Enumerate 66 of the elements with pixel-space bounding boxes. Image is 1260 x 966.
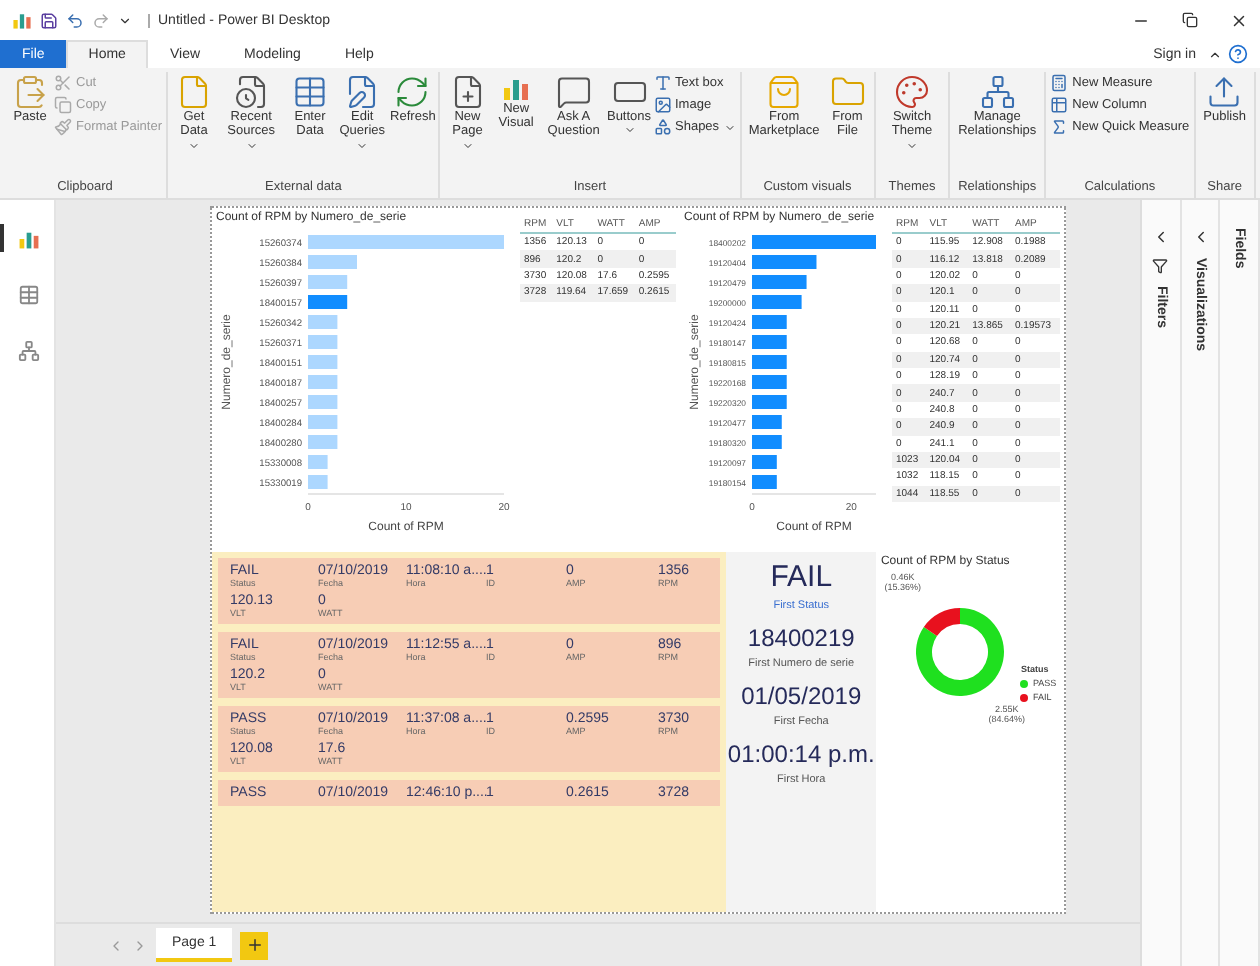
chevron-up-icon[interactable]: [1208, 47, 1222, 61]
redo-icon[interactable]: [92, 11, 110, 29]
bar[interactable]: [308, 415, 338, 429]
network-icon: [18, 339, 40, 361]
file-clock-icon: [233, 74, 270, 110]
page-icon: [449, 74, 486, 110]
next-page-icon[interactable]: [132, 937, 148, 953]
bar[interactable]: [308, 355, 338, 369]
palette-icon: [894, 74, 931, 110]
previous-page-icon[interactable]: [108, 937, 124, 953]
text-icon: [653, 74, 671, 92]
card-value: 18400219: [747, 624, 855, 652]
bar[interactable]: [752, 335, 787, 349]
copy-icon: [54, 96, 72, 114]
bar-chart-icon: [18, 227, 40, 249]
image-icon: [653, 96, 671, 114]
upload-icon: [1206, 74, 1243, 110]
donut-slice[interactable]: [924, 608, 961, 637]
restore-icon[interactable]: [1182, 12, 1198, 28]
add-page-button[interactable]: [240, 931, 269, 959]
bar[interactable]: [752, 375, 787, 389]
paintbrush-icon: [54, 118, 72, 136]
speech-bubble-icon: [555, 74, 592, 110]
bar[interactable]: [752, 455, 777, 469]
card-value: 01:00:14 p.m.: [727, 740, 875, 768]
bar[interactable]: [308, 395, 338, 409]
card-value: FAIL: [770, 560, 833, 594]
folder-icon: [829, 74, 866, 110]
bar-chart-icon: [502, 74, 531, 102]
bar[interactable]: [308, 295, 348, 309]
plus-icon: [245, 936, 264, 954]
bar[interactable]: [752, 475, 777, 489]
filter-icon: [1152, 258, 1169, 274]
network-icon: [979, 74, 1016, 110]
refresh-icon: [394, 74, 431, 110]
calculator-icon: [1050, 74, 1069, 92]
bar[interactable]: [752, 415, 782, 429]
bar[interactable]: [752, 435, 782, 449]
bag-icon: [766, 74, 803, 110]
caret-icon[interactable]: [118, 13, 132, 27]
save-icon[interactable]: [40, 11, 58, 29]
clipboard-icon: [12, 74, 48, 110]
file-pen-icon: [344, 74, 381, 110]
bar[interactable]: [308, 455, 328, 469]
table-icon: [18, 283, 40, 305]
bar[interactable]: [308, 275, 348, 289]
scissors-icon: [54, 74, 72, 92]
close-icon[interactable]: [1230, 11, 1248, 29]
card-value: 01/05/2019: [741, 682, 862, 710]
bar[interactable]: [308, 315, 338, 329]
table-icon: [292, 74, 329, 110]
bar[interactable]: [752, 395, 787, 409]
app-logo: [12, 10, 32, 30]
bar[interactable]: [308, 375, 338, 389]
shapes-icon: [653, 118, 671, 136]
bar[interactable]: [308, 435, 338, 449]
file-icon: [176, 74, 212, 110]
table-icon: [1050, 96, 1069, 114]
bar[interactable]: [308, 475, 328, 489]
sigma-icon: [1050, 118, 1069, 136]
help-icon[interactable]: [1228, 44, 1248, 64]
bar[interactable]: [308, 335, 338, 349]
undo-icon[interactable]: [66, 11, 84, 29]
donut-slice[interactable]: [916, 608, 1005, 696]
bar[interactable]: [752, 315, 787, 329]
bar[interactable]: [752, 355, 787, 369]
